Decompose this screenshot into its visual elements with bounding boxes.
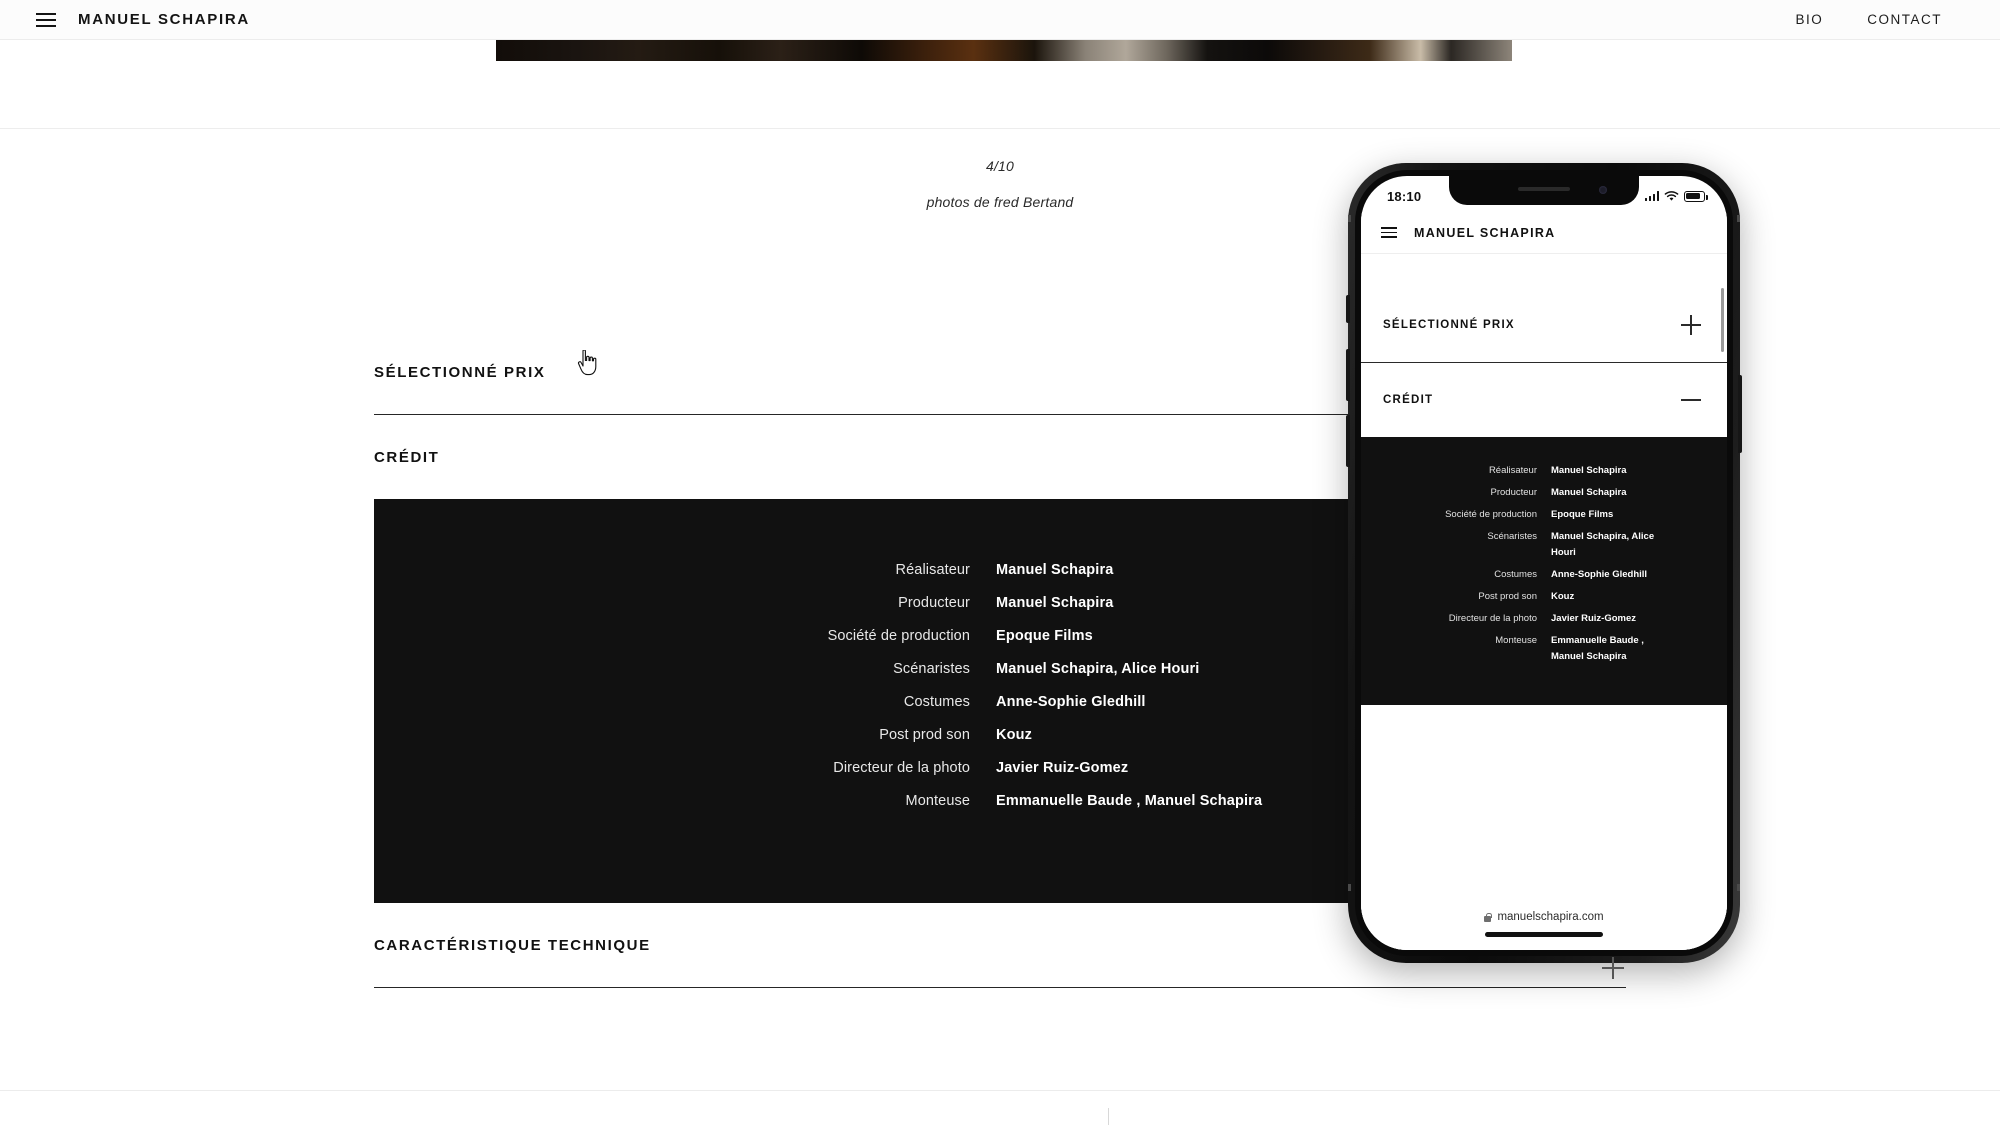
phone-volume-down-button[interactable] xyxy=(1346,415,1350,467)
phone-scrollbar[interactable] xyxy=(1721,288,1724,352)
phone-url-group[interactable]: manuelschapira.com xyxy=(1484,911,1604,924)
gallery-photo[interactable] xyxy=(496,40,1512,61)
page-root: MANUEL SCHAPIRA BIO CONTACT 4/10 photos … xyxy=(0,0,2000,1125)
phone-home-indicator[interactable] xyxy=(1485,932,1603,937)
phone-volume-up-button[interactable] xyxy=(1346,349,1350,401)
credit-label: Producteur xyxy=(898,595,970,611)
phone-credit-value: Manuel Schapira xyxy=(1551,465,1627,476)
credit-value: Manuel Schapira xyxy=(996,595,1114,611)
phone-credit-row: Post prod son Kouz xyxy=(1361,589,1727,605)
plus-icon[interactable] xyxy=(1681,315,1701,335)
earpiece-speaker-icon xyxy=(1518,187,1570,191)
phone-credit-row: Monteuse Emmanuelle Baude , Manuel Schap… xyxy=(1361,633,1727,665)
phone-page-body: SÉLECTIONNÉ PRIX CRÉDIT Réalisateur Manu… xyxy=(1361,254,1727,950)
cellular-bars-icon xyxy=(1644,191,1659,201)
phone-antenna-line xyxy=(1348,884,1351,891)
wifi-icon xyxy=(1664,190,1679,201)
credit-label: Réalisateur xyxy=(895,562,970,578)
phone-accordion-selectionne-prix[interactable]: SÉLECTIONNÉ PRIX xyxy=(1361,288,1727,362)
phone-credit-label: Société de production xyxy=(1445,509,1537,520)
phone-screen: 18:10 MANUEL SCHAPIRA SÉLECTIONNÉ PRIX C… xyxy=(1361,176,1727,950)
credit-label: Directeur de la photo xyxy=(833,760,970,776)
credit-value: Emmanuelle Baude , Manuel Schapira xyxy=(996,793,1263,809)
section-divider xyxy=(374,987,1626,988)
nav-link-contact[interactable]: CONTACT xyxy=(1867,12,1942,27)
phone-credit-label: Directeur de la photo xyxy=(1448,613,1537,624)
phone-antenna-line xyxy=(1737,884,1740,891)
phone-credit-label: Post prod son xyxy=(1478,591,1537,602)
credit-label: Monteuse xyxy=(905,793,970,809)
accordion-title: SÉLECTIONNÉ PRIX xyxy=(374,363,546,381)
header-nav: BIO CONTACT xyxy=(1795,12,2000,27)
header-left-group: MANUEL SCHAPIRA xyxy=(0,11,250,28)
credit-value: Manuel Schapira xyxy=(996,562,1114,578)
phone-antenna-line xyxy=(1348,215,1351,222)
phone-credit-value: Manuel Schapira xyxy=(1551,487,1627,498)
phone-credit-row: Scénaristes Manuel Schapira, Alice Houri xyxy=(1361,529,1727,561)
phone-credit-row: Directeur de la photo Javier Ruiz-Gomez xyxy=(1361,611,1727,627)
credit-value: Epoque Films xyxy=(996,628,1093,644)
credit-label: Scénaristes xyxy=(893,661,970,677)
credit-value: Kouz xyxy=(996,727,1033,743)
nav-link-bio[interactable]: BIO xyxy=(1795,12,1823,27)
credit-label: Société de production xyxy=(827,628,970,644)
phone-site-header: MANUEL SCHAPIRA xyxy=(1361,212,1727,254)
credit-value: Anne-Sophie Gledhill xyxy=(996,694,1146,710)
phone-credit-value: Anne-Sophie Gledhill xyxy=(1551,569,1648,580)
phone-credit-value: Manuel Schapira, Alice Houri xyxy=(1551,531,1655,558)
accordion-title: CARACTÉRISTIQUE TECHNIQUE xyxy=(374,936,651,954)
battery-icon xyxy=(1684,190,1708,202)
phone-browser-urlbar[interactable]: manuelschapira.com xyxy=(1361,898,1727,950)
phone-credit-value: Epoque Films xyxy=(1551,509,1614,520)
phone-credit-row: Réalisateur Manuel Schapira xyxy=(1361,463,1727,479)
credit-label: Costumes xyxy=(903,694,970,710)
phone-credit-row: Producteur Manuel Schapira xyxy=(1361,485,1727,501)
phone-credit-panel: Réalisateur Manuel Schapira Producteur M… xyxy=(1361,437,1727,705)
front-camera-icon xyxy=(1599,186,1607,194)
phone-credit-value: Kouz xyxy=(1551,591,1575,602)
phone-notch xyxy=(1449,176,1639,205)
phone-url-text: manuelschapira.com xyxy=(1497,911,1604,924)
mouse-cursor-pointer xyxy=(577,350,597,376)
phone-accordion-title: CRÉDIT xyxy=(1383,394,1434,406)
site-header: MANUEL SCHAPIRA BIO CONTACT xyxy=(0,0,2000,40)
phone-credit-row: Costumes Anne-Sophie Gledhill xyxy=(1361,567,1727,583)
minus-icon[interactable] xyxy=(1681,390,1701,410)
lock-icon xyxy=(1484,912,1492,922)
phone-credit-label: Costumes xyxy=(1494,569,1537,580)
accordion-title: CRÉDIT xyxy=(374,448,440,466)
credit-value: Javier Ruiz-Gomez xyxy=(996,760,1129,776)
phone-antenna-line xyxy=(1737,215,1740,222)
phone-mockup: 18:10 MANUEL SCHAPIRA SÉLECTIONNÉ PRIX C… xyxy=(1346,163,1742,963)
credit-value: Manuel Schapira, Alice Houri xyxy=(996,661,1200,677)
status-clock: 18:10 xyxy=(1387,188,1422,204)
hamburger-menu-icon[interactable] xyxy=(1381,227,1397,238)
phone-power-button[interactable] xyxy=(1738,375,1742,453)
page-bottom-divider xyxy=(0,1090,2000,1091)
phone-accordion-title: SÉLECTIONNÉ PRIX xyxy=(1383,319,1515,331)
phone-credit-label: Monteuse xyxy=(1495,635,1537,646)
page-bottom-tick xyxy=(1108,1108,1109,1125)
phone-mute-switch[interactable] xyxy=(1346,295,1350,323)
crosshair-marker xyxy=(1602,957,1624,979)
phone-credit-label: Scénaristes xyxy=(1487,531,1537,542)
phone-credit-value: Javier Ruiz-Gomez xyxy=(1551,613,1636,624)
phone-credit-label: Réalisateur xyxy=(1488,465,1537,476)
phone-credit-label: Producteur xyxy=(1490,487,1537,498)
site-brand[interactable]: MANUEL SCHAPIRA xyxy=(78,11,250,28)
phone-accordion-credit[interactable]: CRÉDIT xyxy=(1361,363,1727,437)
phone-credit-value: Emmanuelle Baude , Manuel Schapira xyxy=(1551,635,1644,662)
phone-credit-row: Société de production Epoque Films xyxy=(1361,507,1727,523)
phone-site-brand[interactable]: MANUEL SCHAPIRA xyxy=(1414,226,1556,240)
hamburger-menu-icon[interactable] xyxy=(36,12,56,27)
credit-label: Post prod son xyxy=(879,727,970,743)
status-indicators xyxy=(1644,190,1708,202)
